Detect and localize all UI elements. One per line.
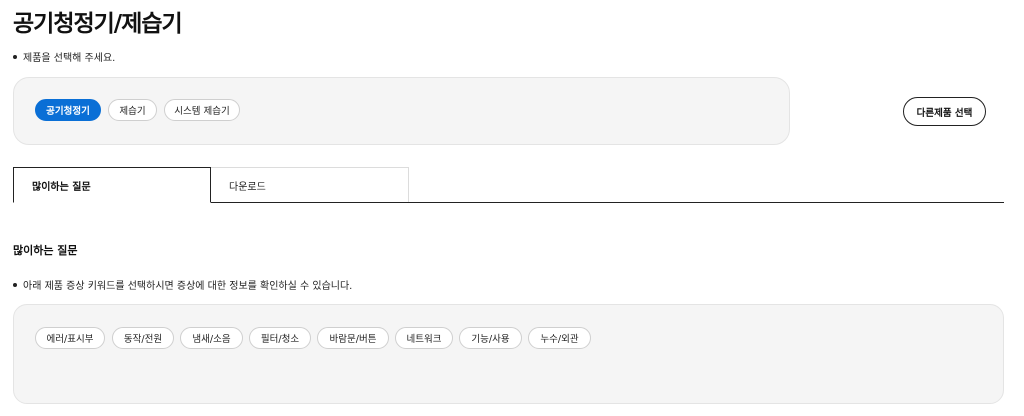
product-select-note: 제품을 선택해 주세요. xyxy=(13,49,115,64)
product-select-panel: 공기청정기 제습기 시스템 제습기 xyxy=(13,77,790,145)
page-title: 공기청정기/제습기 xyxy=(13,11,183,37)
other-product-button[interactable]: 다른제품 선택 xyxy=(903,97,986,126)
keyword-chip-operation-power[interactable]: 동작/전원 xyxy=(112,327,174,349)
tab-download[interactable]: 다운로드 xyxy=(210,167,409,203)
keyword-chip-error-display[interactable]: 에러/표시부 xyxy=(35,327,105,349)
bullet-icon xyxy=(13,282,17,287)
product-select-note-text: 제품을 선택해 주세요. xyxy=(23,53,116,64)
chip-air-purifier[interactable]: 공기청정기 xyxy=(35,99,101,121)
keyword-panel: 에러/표시부 동작/전원 냄새/소음 필터/청소 바람문/버튼 네트워크 기능/… xyxy=(13,304,1004,404)
faq-note-text: 아래 제품 증상 키워드를 선택하시면 증상에 대한 정보를 확인하실 수 있습… xyxy=(23,281,353,292)
keyword-chip-leak-exterior[interactable]: 누수/외관 xyxy=(528,327,591,349)
keyword-chip-filter-cleaning[interactable]: 필터/청소 xyxy=(249,327,311,349)
keyword-chip-function-use[interactable]: 기능/사용 xyxy=(459,327,522,349)
bullet-icon xyxy=(13,54,17,59)
keyword-chip-vent-button[interactable]: 바람문/버튼 xyxy=(317,327,389,349)
chip-system-dehumidifier[interactable]: 시스템 제습기 xyxy=(164,99,240,121)
faq-section-title: 많이하는 질문 xyxy=(13,244,78,257)
faq-note: 아래 제품 증상 키워드를 선택하시면 증상에 대한 정보를 확인하실 수 있습… xyxy=(13,277,352,292)
tab-faq[interactable]: 많이하는 질문 xyxy=(13,167,211,203)
chip-dehumidifier[interactable]: 제습기 xyxy=(108,99,157,121)
keyword-chip-network[interactable]: 네트워크 xyxy=(395,327,453,349)
keyword-chip-smell-noise[interactable]: 냄새/소음 xyxy=(180,327,243,349)
